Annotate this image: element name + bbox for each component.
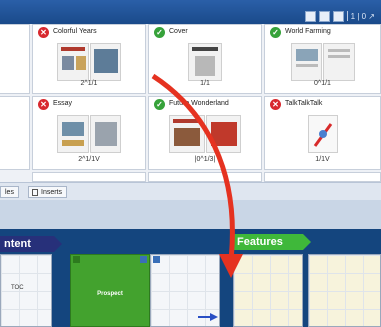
thumbnail-title: TalkTalkTalk (285, 100, 323, 107)
spread-preview (57, 43, 121, 81)
thumbnail-title: World Farming (285, 28, 331, 35)
spread-preview (290, 43, 355, 81)
thumbnail-cell[interactable]: ✕ TalkTalkTalk 1/1V (264, 96, 381, 170)
thumbnail-cell-partial[interactable] (0, 96, 30, 170)
tab-inserts[interactable]: Inserts (28, 186, 68, 198)
spread-preview (57, 115, 121, 153)
page-count: 2^1/1 (80, 80, 98, 87)
error-icon: ✕ (38, 27, 49, 38)
document-icon (32, 189, 38, 196)
thumbnail-title: Essay (53, 100, 73, 107)
thumbnail-cell[interactable]: ✕ Colorful Years 2^1/1 (32, 24, 146, 94)
layout-icon[interactable] (332, 10, 344, 22)
drag-arrow-icon (151, 73, 243, 278)
missing-link-icon (313, 123, 332, 147)
list-view-icon[interactable] (318, 10, 330, 22)
thumbnail-cell[interactable]: ✕ Essay 2^1/1V (32, 96, 146, 170)
flatplan-page-project[interactable]: Prospect (70, 254, 150, 327)
page-count: 2^1/1V (78, 156, 100, 163)
error-icon: ✕ (270, 99, 281, 110)
section-content[interactable]: ntent (0, 236, 62, 252)
thumbnail-title: Colorful Years (53, 28, 97, 35)
page-badge-icon (73, 256, 80, 263)
grid-view-icon[interactable] (304, 10, 316, 22)
check-icon: ✓ (154, 27, 165, 38)
thumbnail-cell-partial[interactable] (0, 24, 30, 94)
thumbnail-cell[interactable]: ✓ World Farming 0^1/1 (264, 24, 381, 94)
thumbnail-title: Cover (169, 28, 188, 35)
project-label: Prospect (97, 291, 123, 297)
page-count: 1/1V (315, 156, 330, 163)
thumbnail-cell-partial[interactable] (32, 172, 146, 182)
flatplan-page-toc[interactable]: TOC (0, 254, 52, 327)
toc-label: TOC (11, 285, 24, 291)
error-icon: ✕ (38, 99, 49, 110)
flatplan-page-feature[interactable] (308, 254, 381, 327)
tab-inserts-label: Inserts (41, 189, 63, 196)
page-count: 0^1/1 (314, 80, 331, 87)
view-toolbar: 1 | 0 ↗ (304, 10, 375, 22)
tab-files[interactable]: les (0, 186, 19, 198)
spread-preview (307, 115, 338, 153)
flow-arrow-icon (198, 313, 218, 321)
page-indicator: 1 | 0 ↗ (350, 11, 375, 21)
check-icon: ✓ (270, 27, 281, 38)
thumbnail-cell-partial[interactable] (264, 172, 381, 182)
toolbar-separator (346, 11, 348, 21)
